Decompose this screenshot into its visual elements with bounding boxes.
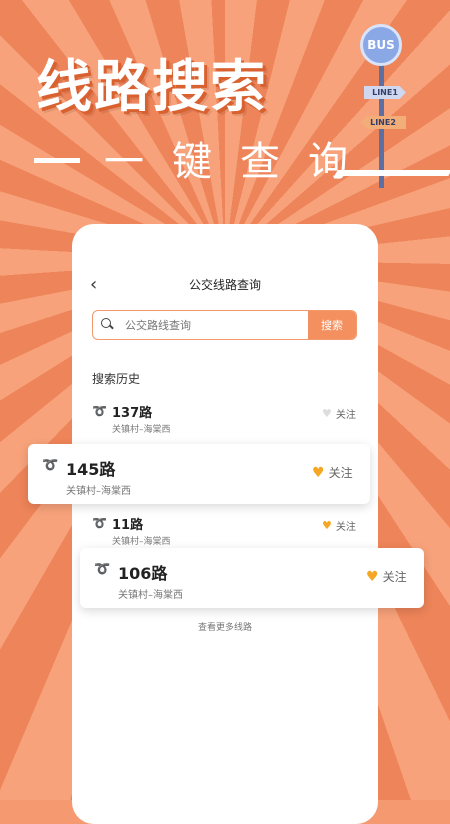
route-name: 145路 bbox=[66, 460, 116, 479]
route-name: 106路 bbox=[118, 564, 168, 583]
search-bar: 搜索 bbox=[92, 310, 357, 340]
history-row-145[interactable]: ➰ 145路 关镇村–海棠西 ♥ 关注 bbox=[28, 444, 370, 504]
history-row-11[interactable]: ➰ 11路 关镇村–海棠西 ♥ 关注 bbox=[72, 512, 378, 548]
route-icon: ➰ bbox=[42, 458, 59, 473]
history-row-137[interactable]: ➰ 137路 关镇村–海棠西 ♥ 关注 bbox=[72, 400, 378, 436]
route-stops: 关镇村–海棠西 bbox=[112, 425, 171, 435]
heart-filled-icon: ♥ bbox=[322, 519, 332, 532]
route-stops: 关镇村–海棠西 bbox=[112, 537, 171, 547]
follow-button[interactable]: ♥ 关注 bbox=[366, 568, 407, 585]
route-icon: ➰ bbox=[92, 516, 107, 530]
search-input[interactable] bbox=[123, 311, 307, 339]
follow-label: 关注 bbox=[335, 410, 356, 421]
history-row-106[interactable]: ➰ 106路 关镇村–海棠西 ♥ 关注 bbox=[80, 548, 424, 608]
heart-outline-icon: ♥ bbox=[322, 407, 332, 420]
follow-button[interactable]: ♥ 关注 bbox=[322, 406, 356, 421]
follow-label: 关注 bbox=[382, 570, 407, 584]
follow-button[interactable]: ♥ 关注 bbox=[312, 464, 353, 481]
line2-tag: LINE2 bbox=[360, 116, 406, 129]
bus-stop-sign: BUS LINE1 LINE2 bbox=[360, 24, 440, 188]
follow-label: 关注 bbox=[328, 466, 353, 480]
search-icon bbox=[101, 318, 114, 330]
phone-screen: ‹ 公交线路查询 搜索 搜索历史 ➰ 137路 关镇村–海棠西 ♥ 关注 ➰ 1… bbox=[72, 224, 378, 824]
follow-button[interactable]: ♥ 关注 bbox=[322, 518, 356, 533]
route-name: 137路 bbox=[112, 406, 153, 421]
bus-sign-disc: BUS bbox=[360, 24, 402, 66]
search-button[interactable]: 搜索 bbox=[308, 311, 356, 339]
hero-subline: 一键查询 bbox=[34, 142, 376, 182]
follow-label: 关注 bbox=[335, 522, 356, 533]
hero-subline-text: 一键查询 bbox=[104, 139, 376, 185]
hero-headline: 线路搜索 bbox=[36, 55, 268, 120]
history-title: 搜索历史 bbox=[92, 372, 141, 386]
view-more-link[interactable]: 查看更多线路 bbox=[72, 620, 378, 633]
heart-filled-icon: ♥ bbox=[312, 464, 325, 481]
line1-tag: LINE1 bbox=[364, 86, 406, 99]
route-stops: 关镇村–海棠西 bbox=[66, 486, 131, 497]
decorative-ledge bbox=[334, 170, 450, 176]
heart-filled-icon: ♥ bbox=[366, 568, 379, 585]
page-title: 公交线路查询 bbox=[188, 278, 261, 292]
route-stops: 关镇村–海棠西 bbox=[118, 590, 183, 601]
route-icon: ➰ bbox=[92, 404, 107, 418]
route-name: 11路 bbox=[112, 518, 144, 533]
route-icon: ➰ bbox=[94, 562, 111, 577]
